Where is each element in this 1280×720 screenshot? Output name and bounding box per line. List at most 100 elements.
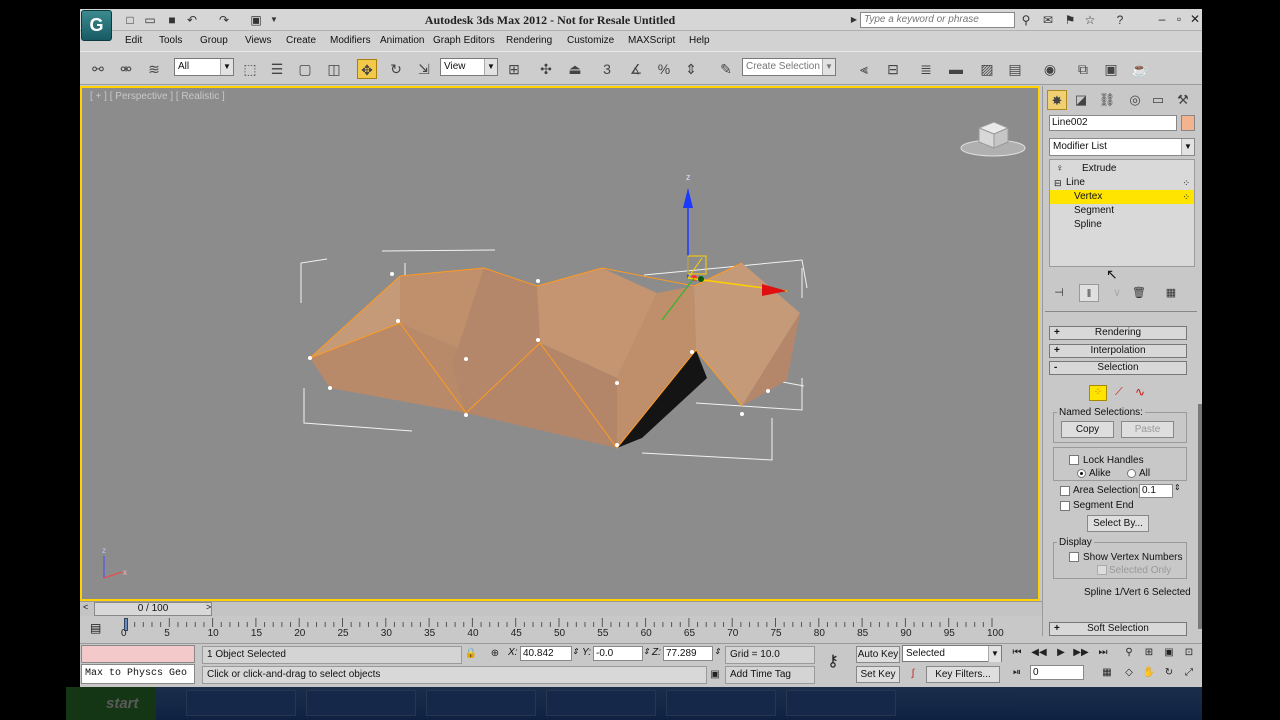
- show-end-result-icon[interactable]: ‖: [1079, 284, 1099, 302]
- render-setup-icon[interactable]: ⧉: [1073, 59, 1093, 79]
- copy-button[interactable]: Copy: [1061, 421, 1114, 438]
- pan-view-icon[interactable]: ✋: [1140, 665, 1158, 681]
- rollout-soft-selection[interactable]: + Soft Selection: [1049, 622, 1187, 636]
- layer-manager-icon[interactable]: ≣: [916, 59, 936, 79]
- taskbar-item[interactable]: [546, 690, 656, 716]
- orbit-icon[interactable]: ↻: [1160, 665, 1178, 681]
- rendered-frame-window-icon[interactable]: ▣: [1101, 59, 1121, 79]
- new-file-icon[interactable]: □: [122, 12, 138, 28]
- search-input[interactable]: Type a keyword or phrase: [860, 12, 1015, 28]
- redo-icon[interactable]: ↷: [216, 12, 232, 28]
- communication-center-icon[interactable]: ⚑: [1062, 12, 1078, 28]
- menu-animation[interactable]: Animation: [380, 35, 424, 46]
- collapse-icon[interactable]: ⊟: [1054, 176, 1062, 190]
- perspective-viewport[interactable]: z z x [ + ] [ Perspective ] [ Realistic …: [80, 86, 1040, 601]
- show-vertex-numbers-checkbox[interactable]: [1069, 552, 1079, 562]
- percent-snap-icon[interactable]: %: [654, 59, 674, 79]
- menu-modifiers[interactable]: Modifiers: [330, 35, 371, 46]
- absolute-mode-icon[interactable]: ⊕: [486, 646, 504, 662]
- named-selection-dropdown[interactable]: Create Selection Se ▼: [742, 58, 836, 76]
- rollout-selection[interactable]: - Selection: [1049, 361, 1187, 375]
- spinner-arrows-icon[interactable]: ⇕: [572, 647, 579, 656]
- lightbulb-icon[interactable]: ♀: [1056, 162, 1064, 176]
- area-selection-spinner[interactable]: 0.1: [1139, 484, 1173, 498]
- taskbar-item[interactable]: [186, 690, 296, 716]
- menu-rendering[interactable]: Rendering: [506, 35, 552, 46]
- binoculars-icon[interactable]: ⚲: [1018, 12, 1034, 28]
- undo-icon[interactable]: ↶: [184, 12, 200, 28]
- create-tab-icon[interactable]: ✸: [1047, 90, 1067, 110]
- close-icon[interactable]: ✕: [1188, 11, 1202, 27]
- spinner-arrows-icon[interactable]: ⇕: [643, 647, 650, 656]
- menu-help[interactable]: Help: [689, 35, 710, 46]
- window-crossing-icon[interactable]: ◫: [324, 59, 344, 79]
- quick-access-dropdown-icon[interactable]: ▼: [266, 12, 282, 28]
- graphite-ribbon-icon[interactable]: ▬: [946, 59, 966, 79]
- subscription-icon[interactable]: ✉: [1040, 12, 1056, 28]
- rollout-interpolation[interactable]: + Interpolation: [1049, 344, 1187, 358]
- select-by-name-icon[interactable]: ☰: [267, 59, 287, 79]
- viewport-scene[interactable]: z z x: [82, 88, 1038, 599]
- viewport-label[interactable]: [ + ] [ Perspective ] [ Realistic ]: [90, 91, 225, 102]
- unlink-icon[interactable]: ⚮: [116, 59, 136, 79]
- reference-coordinate-dropdown[interactable]: View ▼: [440, 58, 498, 76]
- select-by-button[interactable]: Select By...: [1087, 515, 1149, 532]
- set-key-button[interactable]: Set Key: [856, 666, 900, 683]
- restore-icon[interactable]: ▫: [1172, 11, 1186, 27]
- motion-tab-icon[interactable]: ◎: [1125, 90, 1145, 110]
- segment-end-checkbox[interactable]: [1060, 501, 1070, 511]
- make-unique-icon[interactable]: ∨: [1107, 284, 1127, 302]
- key-mode-toggle-icon[interactable]: ⏯: [1008, 665, 1026, 681]
- project-folder-icon[interactable]: ▣: [248, 12, 264, 28]
- object-color-swatch[interactable]: [1181, 115, 1195, 131]
- align-icon[interactable]: ⊟: [883, 59, 903, 79]
- open-file-icon[interactable]: ▭: [142, 12, 158, 28]
- spinner-snap-icon[interactable]: ⇕: [681, 59, 701, 79]
- auto-key-button[interactable]: Auto Key: [856, 646, 900, 663]
- stack-item-spline[interactable]: Spline: [1050, 218, 1194, 232]
- menu-tools[interactable]: Tools: [159, 35, 182, 46]
- select-and-move-icon[interactable]: ✥: [357, 59, 377, 79]
- play-icon[interactable]: ▶: [1052, 645, 1070, 661]
- menu-customize[interactable]: Customize: [567, 35, 614, 46]
- curve-editor-icon[interactable]: ▨: [977, 59, 997, 79]
- favorites-star-icon[interactable]: ☆: [1082, 12, 1098, 28]
- go-to-start-icon[interactable]: ⏮: [1008, 645, 1026, 661]
- go-to-end-icon[interactable]: ⏭: [1094, 645, 1112, 661]
- keyboard-shortcut-override-icon[interactable]: ⏏: [565, 59, 585, 79]
- zoom-icon[interactable]: ⚲: [1120, 645, 1138, 661]
- command-panel-scrollbar[interactable]: [1198, 404, 1202, 629]
- select-manipulate-icon[interactable]: ✣: [536, 59, 556, 79]
- selection-filter-dropdown[interactable]: All ▼: [174, 58, 234, 76]
- edit-named-selection-icon[interactable]: ✎: [716, 59, 736, 79]
- spinner-arrows-icon[interactable]: ⇕: [714, 647, 721, 656]
- time-slider[interactable]: < 0 / 100 >: [80, 601, 1042, 616]
- spinner-arrows-icon[interactable]: ⇕: [1174, 483, 1181, 492]
- taskbar-item[interactable]: [426, 690, 536, 716]
- stack-item-extrude[interactable]: ♀ Extrude: [1050, 162, 1194, 176]
- stack-item-segment[interactable]: Segment: [1050, 204, 1194, 218]
- spline-mode-icon[interactable]: ∿: [1135, 385, 1145, 399]
- angle-snap-icon[interactable]: ∡: [626, 59, 646, 79]
- configure-modifier-sets-icon[interactable]: ▦: [1161, 284, 1181, 302]
- viewcube-icon[interactable]: [960, 121, 1026, 157]
- previous-key-icon[interactable]: ◀◀: [1030, 645, 1048, 661]
- zoom-extents-all-icon[interactable]: ⊡: [1180, 645, 1198, 661]
- pivot-center-icon[interactable]: ⊞: [504, 59, 524, 79]
- lock-selection-icon[interactable]: 🔒: [462, 646, 480, 662]
- display-tab-icon[interactable]: ▭: [1148, 90, 1168, 110]
- previous-frame-icon[interactable]: <: [83, 602, 88, 612]
- menu-group[interactable]: Group: [200, 35, 228, 46]
- z-coord-input[interactable]: 77.289: [663, 646, 713, 661]
- help-icon[interactable]: ?: [1112, 12, 1128, 28]
- y-coord-input[interactable]: -0.0: [593, 646, 643, 661]
- modifier-list-dropdown[interactable]: Modifier List ▼: [1049, 138, 1195, 156]
- render-production-icon[interactable]: ☕: [1130, 59, 1150, 79]
- maxscript-listener-input[interactable]: [81, 645, 195, 663]
- save-icon[interactable]: ■: [164, 12, 180, 28]
- selected-only-checkbox[interactable]: [1097, 565, 1107, 575]
- menu-create[interactable]: Create: [286, 35, 316, 46]
- remove-modifier-icon[interactable]: 🗑: [1129, 284, 1149, 302]
- x-coord-input[interactable]: 40.842: [520, 646, 572, 661]
- select-object-icon[interactable]: ⬚: [240, 59, 260, 79]
